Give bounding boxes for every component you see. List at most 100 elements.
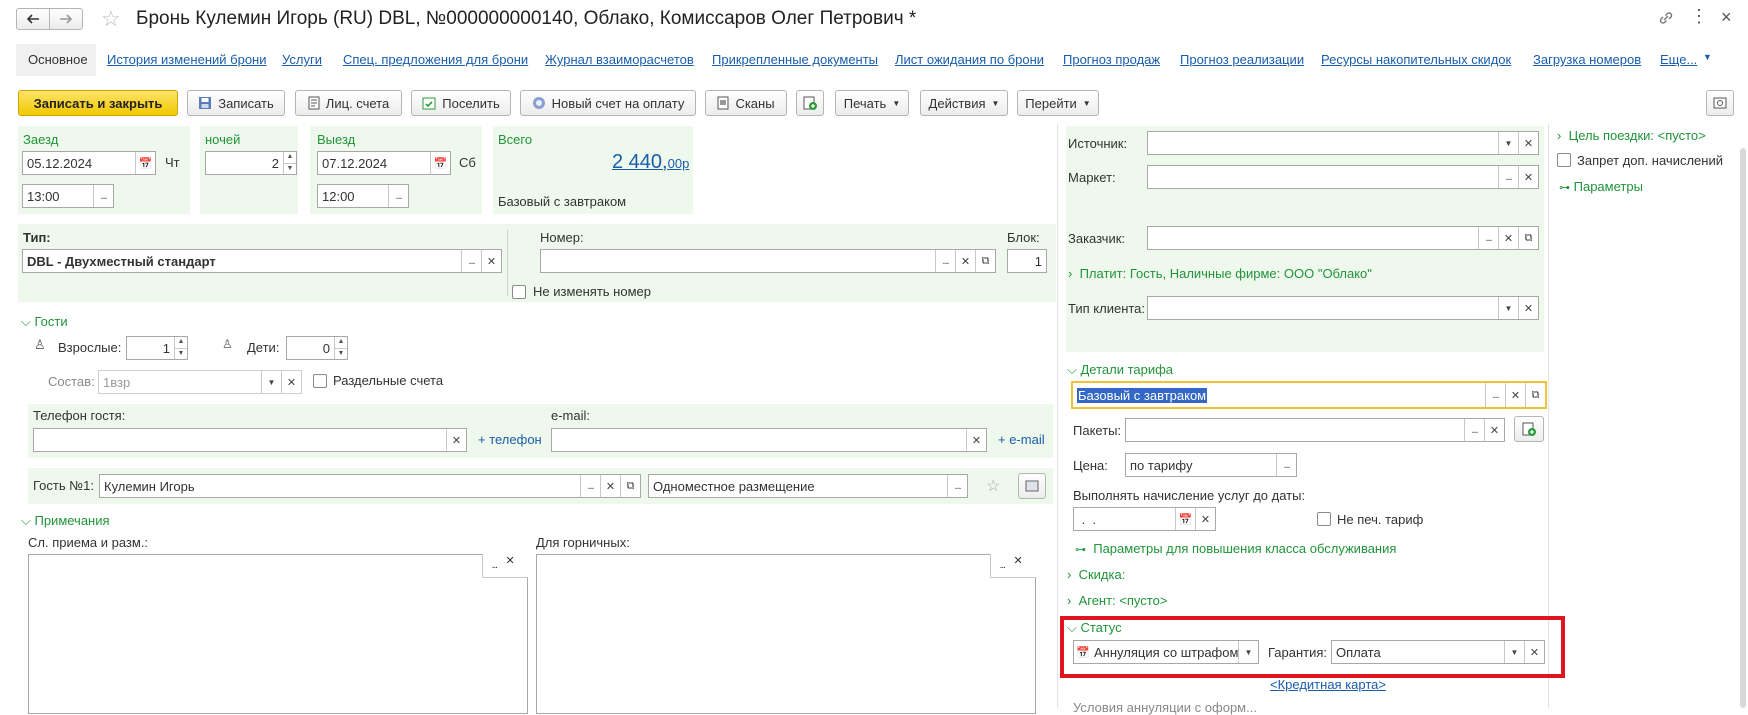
upgrade-params-link[interactable]: ⊶ Параметры для повышения класса обслужи… [1075, 541, 1396, 556]
spin-up-icon[interactable]: ▲ [284, 152, 296, 163]
select-button[interactable]: ... [1498, 166, 1518, 188]
block-field[interactable]: 1 [1007, 249, 1047, 273]
tab-more[interactable]: Еще... [1660, 52, 1697, 67]
select-button[interactable]: ... [388, 185, 408, 207]
back-button[interactable] [16, 8, 50, 30]
no-print-tariff-checkbox[interactable] [1317, 512, 1331, 526]
tab-main[interactable]: Основное [28, 52, 88, 67]
save-button[interactable]: Записать [187, 90, 285, 116]
clear-icon[interactable]: ✕ [600, 475, 620, 497]
tab-history[interactable]: История изменений брони [107, 52, 267, 67]
customer-field[interactable]: ... ✕ ⧉ [1147, 226, 1539, 250]
market-field[interactable]: ... ✕ [1147, 165, 1539, 189]
star-icon[interactable]: ☆ [986, 476, 1000, 496]
checkout-date-field[interactable]: 07.12.2024 📅 [317, 151, 451, 175]
guest-card-button[interactable] [1018, 473, 1046, 499]
print-button[interactable]: Печать ▼ [835, 90, 909, 116]
checkin-date-field[interactable]: 05.12.2024 📅 [22, 151, 156, 175]
select-button[interactable]: ... [1276, 454, 1296, 476]
spin-up-icon[interactable]: ▲ [335, 337, 347, 348]
discount-link[interactable]: › Скидка: [1067, 567, 1125, 582]
client-type-field[interactable]: ▼ ✕ [1147, 296, 1539, 320]
select-button[interactable]: ... [1478, 227, 1498, 249]
goto-button[interactable]: Перейти ▼ [1017, 90, 1099, 116]
nights-stepper[interactable]: 2 ▲ ▼ [205, 151, 297, 175]
dropdown-arrow-icon[interactable]: ▼ [1498, 132, 1518, 154]
forward-button[interactable] [49, 8, 83, 30]
dropdown-arrow-icon[interactable]: ▼ [261, 371, 281, 393]
select-button[interactable]: ... [1464, 419, 1484, 441]
room-type-field[interactable]: DBL - Двухместный стандарт ... ✕ [22, 249, 502, 273]
children-stepper[interactable]: 0 ▲ ▼ [286, 336, 348, 360]
tab-sales-forecast[interactable]: Прогноз продаж [1063, 52, 1160, 67]
select-button[interactable]: ... [947, 475, 967, 497]
guest1-name-field[interactable]: Кулемин Игорь ... ✕ ⧉ [99, 474, 641, 498]
select-button[interactable]: ... [461, 250, 481, 272]
close-window-icon[interactable]: × [1721, 7, 1732, 28]
dropdown-arrow-icon[interactable]: ▼ [1238, 641, 1258, 663]
source-field[interactable]: ▼ ✕ [1147, 131, 1539, 155]
checkout-time-field[interactable]: 12:00 ... [317, 184, 409, 208]
packages-field[interactable]: ... ✕ [1125, 418, 1505, 442]
select-button[interactable]: ... [483, 554, 506, 577]
room-number-field[interactable]: ... ✕ ⧉ [540, 249, 996, 273]
add-email-link[interactable]: + e-mail [998, 432, 1045, 447]
clear-icon[interactable]: ✕ [1498, 227, 1518, 249]
tab-settlements[interactable]: Журнал взаиморасчетов [545, 52, 694, 67]
link-icon[interactable] [1657, 9, 1675, 27]
clear-icon[interactable]: ✕ [1518, 297, 1538, 319]
select-button[interactable]: ... [580, 475, 600, 497]
trip-purpose-link[interactable]: › Цель поездки: <пусто> [1557, 128, 1706, 143]
keep-number-checkbox[interactable] [512, 285, 526, 299]
agent-link[interactable]: › Агент: <пусто> [1067, 593, 1167, 608]
calendar-icon[interactable]: 📅 [135, 152, 155, 174]
clear-icon[interactable]: ✕ [1505, 383, 1525, 407]
tab-special-offers[interactable]: Спец. предложения для брони [343, 52, 528, 67]
clear-icon[interactable]: ✕ [1484, 419, 1504, 441]
clear-icon[interactable]: ✕ [481, 250, 501, 272]
total-amount-link[interactable]: 2 440,00р [612, 151, 689, 174]
tab-realization-forecast[interactable]: Прогноз реализации [1180, 52, 1304, 67]
add-document-button[interactable] [796, 90, 824, 116]
checkin-time-field[interactable]: 13:00 ... [22, 184, 114, 208]
calendar-icon[interactable]: 📅 [430, 152, 450, 174]
clear-icon[interactable]: ✕ [1518, 132, 1538, 154]
spin-up-icon[interactable]: ▲ [175, 337, 187, 348]
favorite-star-icon[interactable]: ☆ [101, 6, 121, 32]
select-button[interactable]: ... [93, 185, 113, 207]
add-package-button[interactable] [1514, 416, 1544, 442]
tab-discount-resources[interactable]: Ресурсы накопительных скидок [1321, 52, 1511, 67]
dropdown-arrow-icon[interactable]: ▼ [1498, 297, 1518, 319]
params-link[interactable]: ⊶ Параметры [1559, 179, 1643, 194]
email-field[interactable]: ✕ [551, 428, 987, 452]
tab-waitlist[interactable]: Лист ожидания по брони [895, 52, 1044, 67]
clear-icon[interactable]: ✕ [446, 429, 466, 451]
select-button[interactable]: ... [1485, 383, 1505, 407]
open-icon[interactable]: ⧉ [975, 250, 995, 272]
open-icon[interactable]: ⧉ [1518, 227, 1538, 249]
clear-icon[interactable]: ✕ [955, 250, 975, 272]
new-invoice-button[interactable]: Новый счет на оплату [520, 90, 696, 116]
credit-card-link[interactable]: <Кредитная карта> [1270, 677, 1386, 692]
more-menu-icon[interactable]: ⋮ [1690, 6, 1708, 27]
clear-icon[interactable]: ✕ [1524, 641, 1544, 663]
phone-field[interactable]: ✕ [33, 428, 467, 452]
spin-down-icon[interactable]: ▼ [335, 347, 347, 360]
guests-section-header[interactable]: ⌵ Гости [21, 314, 68, 330]
tab-services[interactable]: Услуги [282, 52, 322, 67]
spin-down-icon[interactable]: ▼ [284, 162, 296, 175]
actions-button[interactable]: Действия ▼ [920, 90, 1008, 116]
reception-notes-textarea[interactable] [28, 554, 528, 714]
guest1-accommodation-field[interactable]: Одноместное размещение ... [648, 474, 968, 498]
clear-icon[interactable]: ✕ [966, 429, 986, 451]
add-phone-link[interactable]: + телефон [478, 432, 542, 447]
spin-down-icon[interactable]: ▼ [175, 347, 187, 360]
split-accounts-checkbox[interactable] [313, 374, 327, 388]
open-icon[interactable]: ⧉ [1525, 383, 1545, 407]
dropdown-arrow-icon[interactable]: ▼ [1504, 641, 1524, 663]
accounts-button[interactable]: Лиц. счета [295, 90, 402, 116]
save-close-button[interactable]: Записать и закрыть [18, 90, 178, 116]
clear-icon[interactable]: ✕ [1014, 554, 1037, 577]
clear-icon[interactable]: ✕ [1195, 508, 1215, 530]
clear-icon[interactable]: ✕ [1518, 166, 1538, 188]
